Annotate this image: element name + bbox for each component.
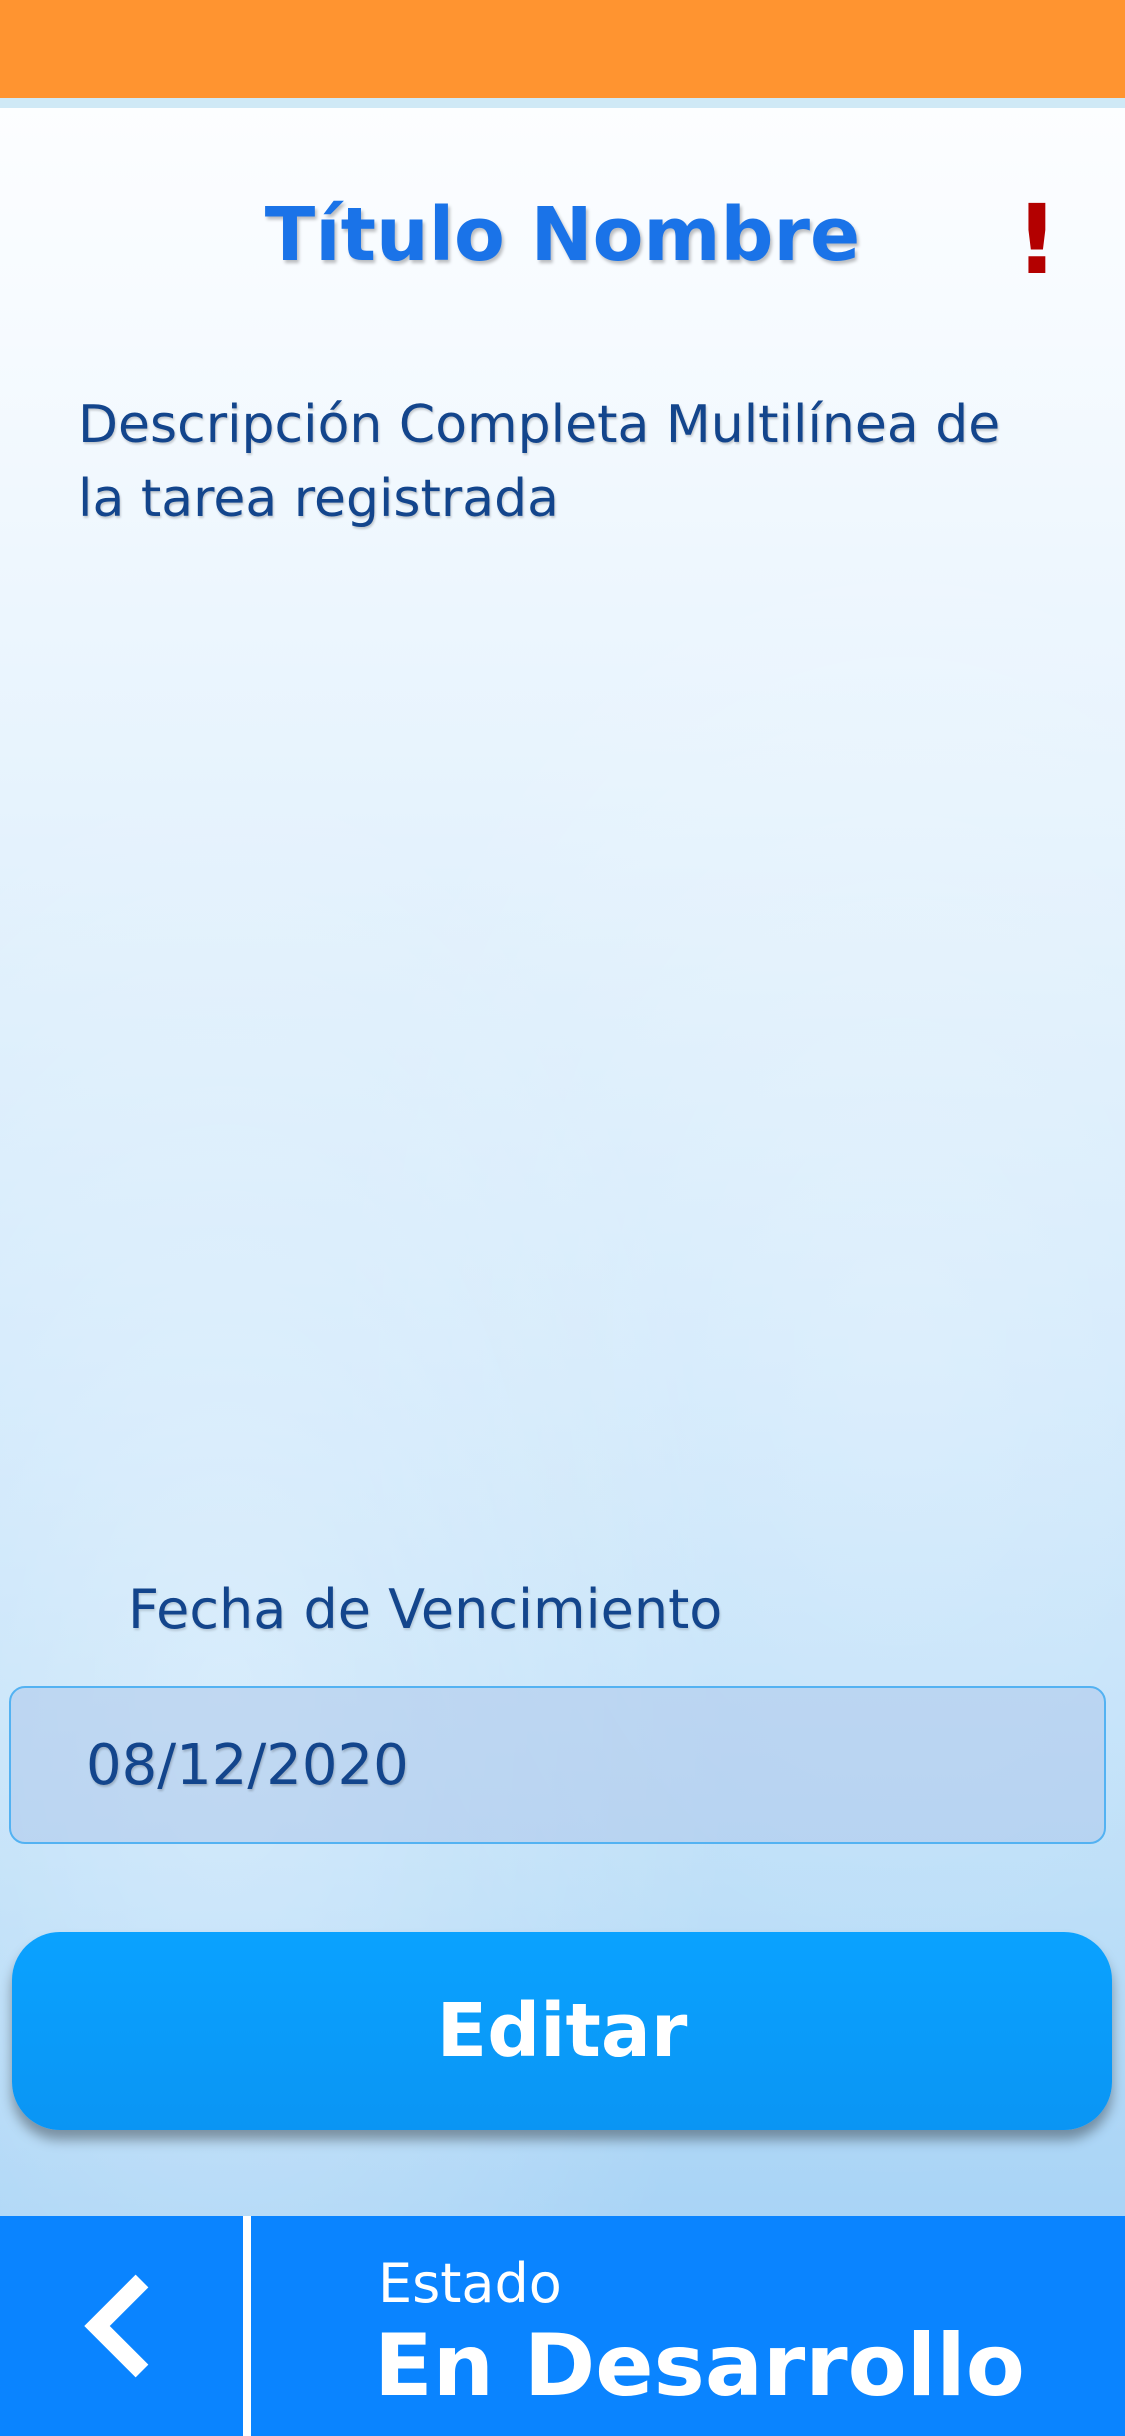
status-bar-divider xyxy=(0,98,1125,108)
edit-button[interactable]: Editar xyxy=(12,1932,1112,2130)
due-date-value: 08/12/2020 xyxy=(86,1732,409,1798)
due-date-field[interactable]: 08/12/2020 xyxy=(9,1686,1106,1844)
status-value: En Desarrollo xyxy=(374,2316,1025,2416)
task-description: Descripción Completa Multilínea de la ta… xyxy=(78,395,1001,529)
due-date-label: Fecha de Vencimiento xyxy=(128,1578,723,1641)
bottom-bar-divider xyxy=(243,2216,251,2436)
page-title: Título Nombre xyxy=(264,192,861,278)
task-detail-screen: Título Nombre ! Descripción Completa Mul… xyxy=(0,0,1125,2436)
priority-exclamation-icon: ! xyxy=(1015,184,1059,296)
chevron-left-icon xyxy=(83,2274,148,2378)
back-button[interactable] xyxy=(0,2216,243,2436)
bottom-bar: Estado En Desarrollo xyxy=(0,2216,1125,2436)
status-bar xyxy=(0,0,1125,98)
status-label: Estado xyxy=(378,2252,562,2315)
